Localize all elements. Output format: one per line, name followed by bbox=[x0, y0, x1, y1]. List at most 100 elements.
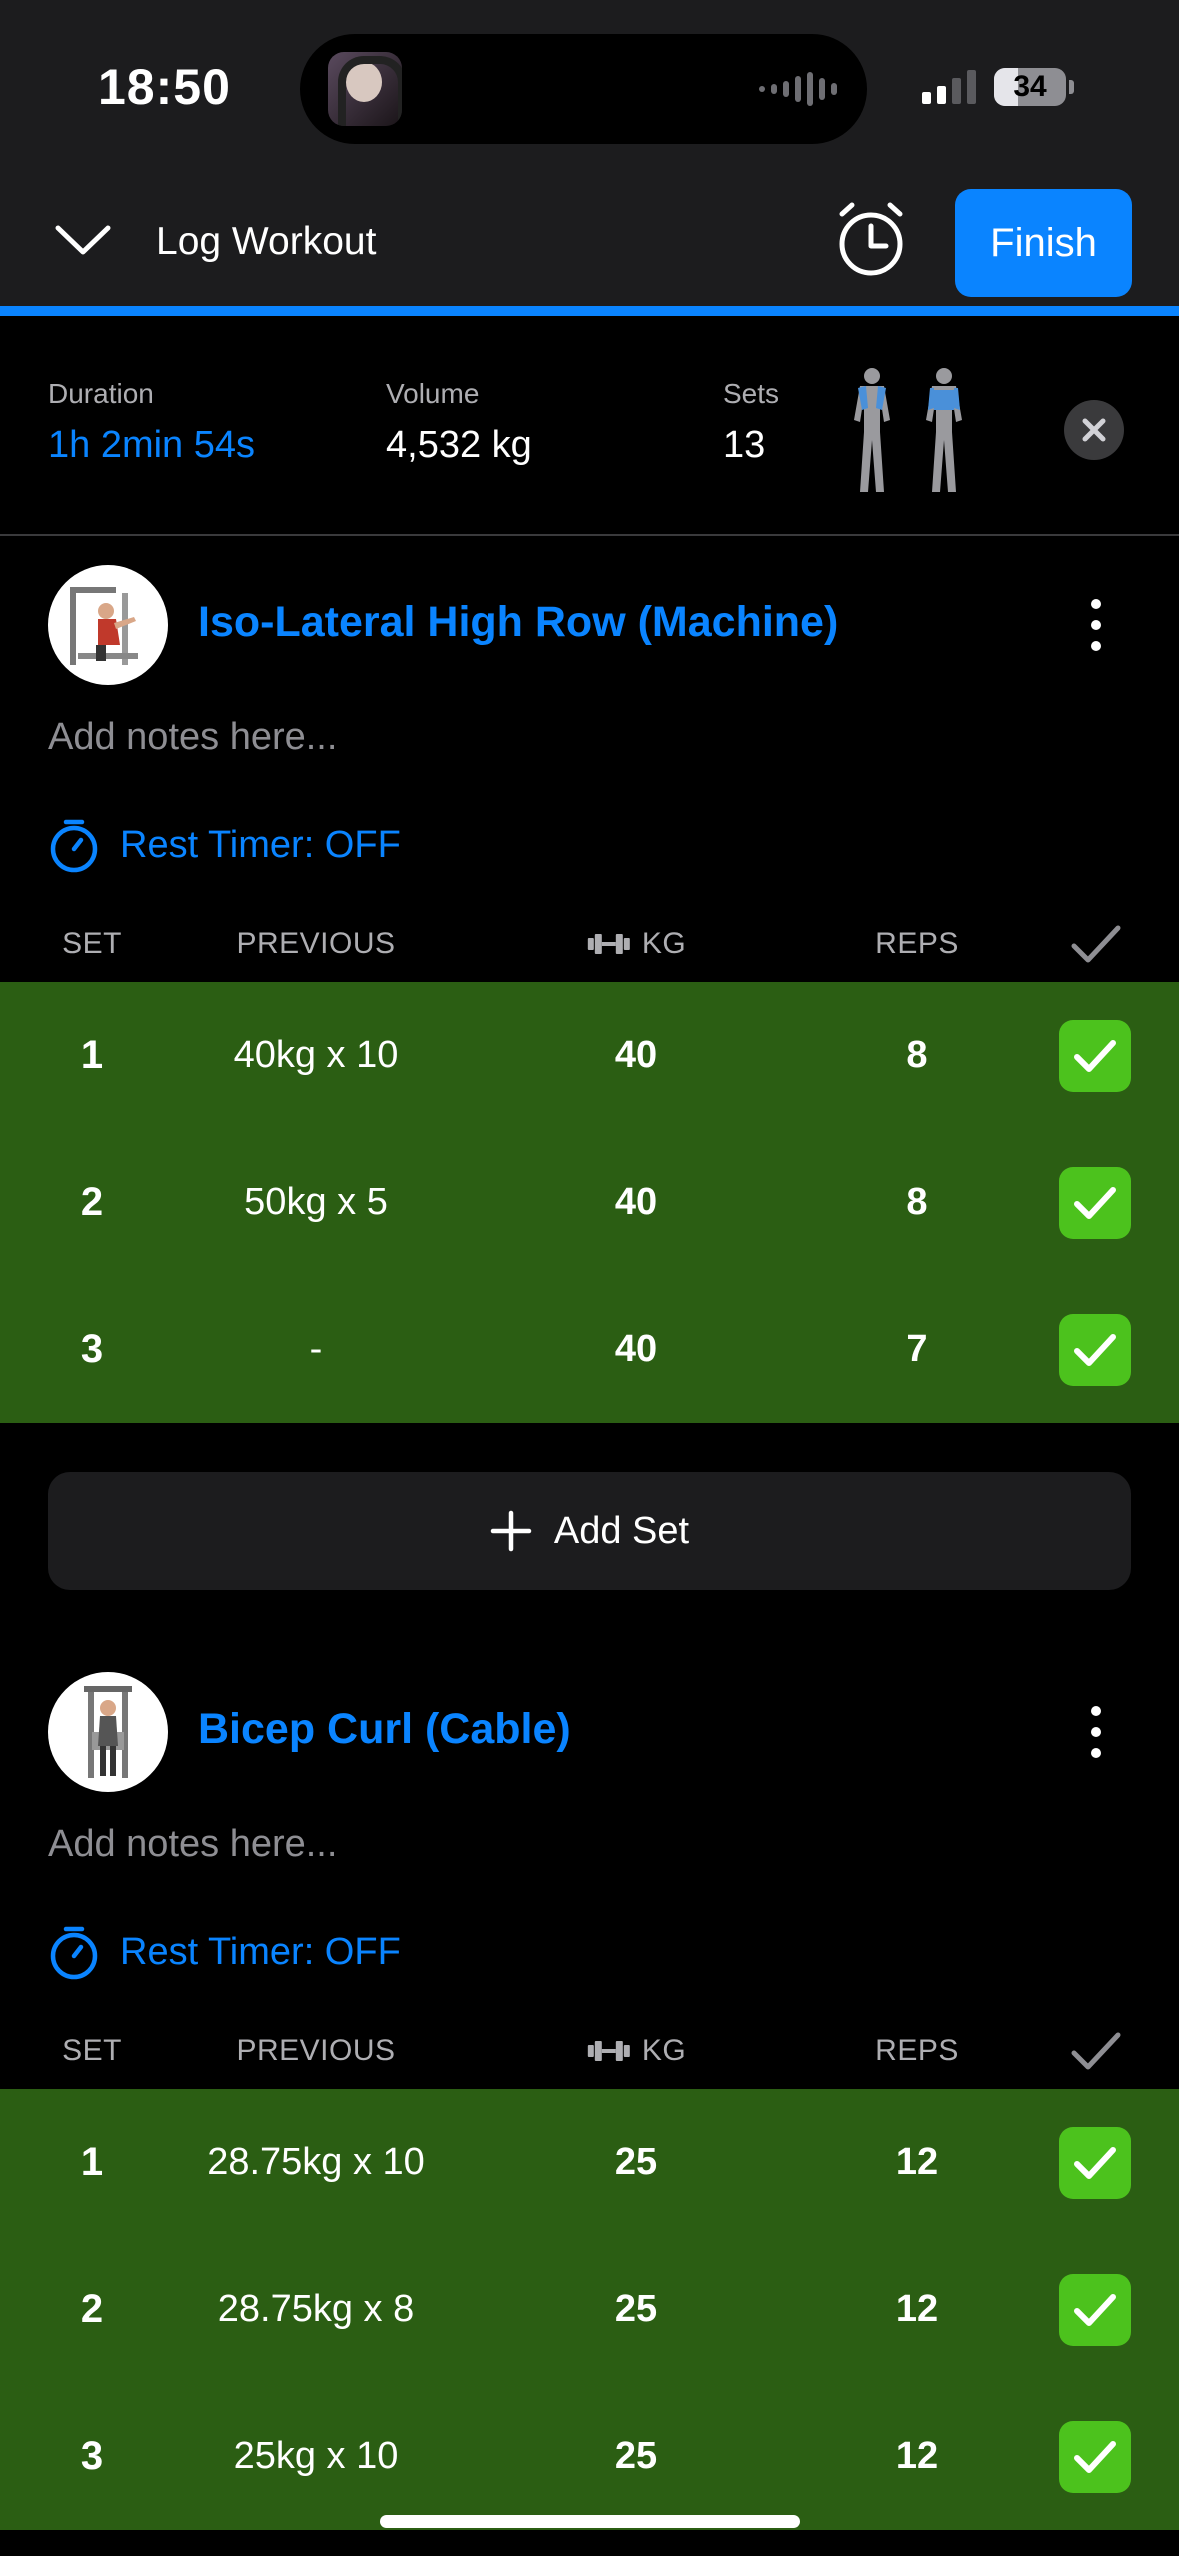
set-number[interactable]: 2 bbox=[81, 1129, 103, 1276]
rest-timer-label: Rest Timer: OFF bbox=[120, 823, 401, 866]
complete-set-checkbox[interactable] bbox=[1059, 1020, 1131, 1092]
column-previous: PREVIOUS bbox=[236, 927, 396, 960]
dynamic-island[interactable] bbox=[300, 34, 867, 144]
rest-timer-label: Rest Timer: OFF bbox=[120, 1930, 401, 1973]
column-kg: KG bbox=[586, 2034, 686, 2071]
checkmark-icon bbox=[1074, 2441, 1116, 2473]
add-set-label: Add Set bbox=[553, 1509, 690, 1552]
dumbbell-icon bbox=[587, 2041, 630, 2061]
rest-timer-clock-icon[interactable] bbox=[836, 200, 906, 278]
sets-value: 13 bbox=[723, 424, 766, 466]
reps-input[interactable]: 12 bbox=[896, 2236, 938, 2383]
previous-value[interactable]: - bbox=[310, 1276, 323, 1423]
set-number[interactable]: 3 bbox=[81, 1276, 103, 1423]
kg-input[interactable]: 25 bbox=[615, 2383, 657, 2530]
exercise-name[interactable]: Bicep Curl (Cable) bbox=[198, 1705, 571, 1754]
battery-tip bbox=[1069, 80, 1074, 94]
volume-label: Volume bbox=[386, 378, 480, 409]
checkmark-icon bbox=[1074, 2294, 1116, 2326]
chevron-down-icon[interactable] bbox=[54, 220, 112, 260]
notes-input[interactable]: Add notes here... bbox=[48, 716, 337, 759]
notes-input[interactable]: Add notes here... bbox=[48, 1823, 337, 1866]
volume-value: 4,532 kg bbox=[386, 424, 532, 466]
previous-value[interactable]: 25kg x 10 bbox=[234, 2383, 399, 2530]
kg-input[interactable]: 25 bbox=[615, 2089, 657, 2236]
set-list: 1 28.75kg x 10 25 12 2 28.75kg x 8 25 12… bbox=[0, 2089, 1179, 2530]
kg-input[interactable]: 40 bbox=[615, 1129, 657, 1276]
set-row: 1 28.75kg x 10 25 12 bbox=[0, 2089, 1179, 2236]
complete-set-checkbox[interactable] bbox=[1059, 2127, 1131, 2199]
plus-icon bbox=[490, 1510, 532, 1552]
checkmark-icon bbox=[1071, 2032, 1121, 2070]
audio-waveform-icon bbox=[759, 72, 837, 106]
set-row: 2 50kg x 5 40 8 bbox=[0, 1129, 1179, 1276]
reps-input[interactable]: 7 bbox=[906, 1276, 927, 1423]
kg-input[interactable]: 40 bbox=[615, 1276, 657, 1423]
reps-input[interactable]: 12 bbox=[896, 2383, 938, 2530]
rest-timer-toggle[interactable]: Rest Timer: OFF bbox=[48, 1922, 401, 1982]
exercise-thumbnail[interactable] bbox=[48, 1672, 168, 1792]
duration-label: Duration bbox=[48, 378, 154, 409]
now-playing-artwork[interactable] bbox=[328, 52, 402, 126]
exercise-thumbnail[interactable] bbox=[48, 565, 168, 685]
set-number[interactable]: 3 bbox=[81, 2383, 103, 2530]
battery-percent: 34 bbox=[1013, 70, 1047, 103]
complete-set-checkbox[interactable] bbox=[1059, 1314, 1131, 1386]
previous-value[interactable]: 40kg x 10 bbox=[234, 982, 399, 1129]
column-kg: KG bbox=[586, 927, 686, 964]
column-set: SET bbox=[62, 927, 122, 960]
kg-input[interactable]: 25 bbox=[615, 2236, 657, 2383]
exercise-name[interactable]: Iso-Lateral High Row (Machine) bbox=[198, 598, 838, 647]
column-set: SET bbox=[62, 2034, 122, 2067]
cellular-signal-icon bbox=[922, 70, 976, 104]
workout-header: Log Workout Finish bbox=[0, 170, 1179, 306]
set-row: 2 28.75kg x 8 25 12 bbox=[0, 2236, 1179, 2383]
column-reps: REPS bbox=[875, 2034, 959, 2067]
progress-line bbox=[0, 306, 1179, 316]
add-set-button[interactable]: Add Set bbox=[48, 1472, 1131, 1590]
page-title: Log Workout bbox=[156, 220, 377, 263]
dumbbell-icon bbox=[587, 934, 630, 954]
set-number[interactable]: 1 bbox=[81, 982, 103, 1129]
sets-label: Sets bbox=[723, 378, 780, 409]
column-reps: REPS bbox=[875, 927, 959, 960]
status-time: 18:50 bbox=[98, 59, 231, 115]
set-list: 1 40kg x 10 40 8 2 50kg x 5 40 8 3 - 40 … bbox=[0, 982, 1179, 1423]
finish-button[interactable]: Finish bbox=[955, 189, 1132, 297]
previous-value[interactable]: 28.75kg x 8 bbox=[218, 2236, 414, 2383]
set-number[interactable]: 1 bbox=[81, 2089, 103, 2236]
checkmark-icon bbox=[1074, 1187, 1116, 1219]
complete-set-checkbox[interactable] bbox=[1059, 2274, 1131, 2346]
column-kg-label: KG bbox=[641, 927, 687, 960]
checkmark-icon bbox=[1074, 1334, 1116, 1366]
set-number[interactable]: 2 bbox=[81, 2236, 103, 2383]
workout-summary: Duration 1h 2min 54s Volume 4,532 kg Set… bbox=[0, 316, 1179, 536]
reps-input[interactable]: 8 bbox=[906, 982, 927, 1129]
stopwatch-icon bbox=[50, 1926, 98, 1980]
checkmark-icon bbox=[1071, 925, 1121, 963]
rest-timer-toggle[interactable]: Rest Timer: OFF bbox=[48, 815, 401, 875]
column-previous: PREVIOUS bbox=[236, 2034, 396, 2067]
complete-set-checkbox[interactable] bbox=[1059, 1167, 1131, 1239]
kg-input[interactable]: 40 bbox=[615, 982, 657, 1129]
stopwatch-icon bbox=[50, 819, 98, 873]
previous-value[interactable]: 50kg x 5 bbox=[244, 1129, 388, 1276]
previous-value[interactable]: 28.75kg x 10 bbox=[207, 2089, 425, 2236]
duration-value: 1h 2min 54s bbox=[48, 424, 256, 466]
set-row: 3 - 40 7 bbox=[0, 1276, 1179, 1423]
battery-icon: 34 bbox=[994, 68, 1066, 106]
column-kg-label: KG bbox=[641, 2034, 687, 2067]
complete-set-checkbox[interactable] bbox=[1059, 2421, 1131, 2493]
muscle-map-icon[interactable] bbox=[844, 364, 974, 502]
more-options-icon[interactable] bbox=[1076, 1692, 1116, 1772]
reps-input[interactable]: 12 bbox=[896, 2089, 938, 2236]
set-row: 3 25kg x 10 25 12 bbox=[0, 2383, 1179, 2530]
reps-input[interactable]: 8 bbox=[906, 1129, 927, 1276]
home-indicator[interactable] bbox=[380, 2515, 800, 2528]
status-bar: 18:50 34 bbox=[0, 0, 1179, 170]
more-options-icon[interactable] bbox=[1076, 585, 1116, 665]
set-row: 1 40kg x 10 40 8 bbox=[0, 982, 1179, 1129]
checkmark-icon bbox=[1074, 2147, 1116, 2179]
checkmark-icon bbox=[1074, 1040, 1116, 1072]
close-icon[interactable] bbox=[1064, 400, 1124, 460]
